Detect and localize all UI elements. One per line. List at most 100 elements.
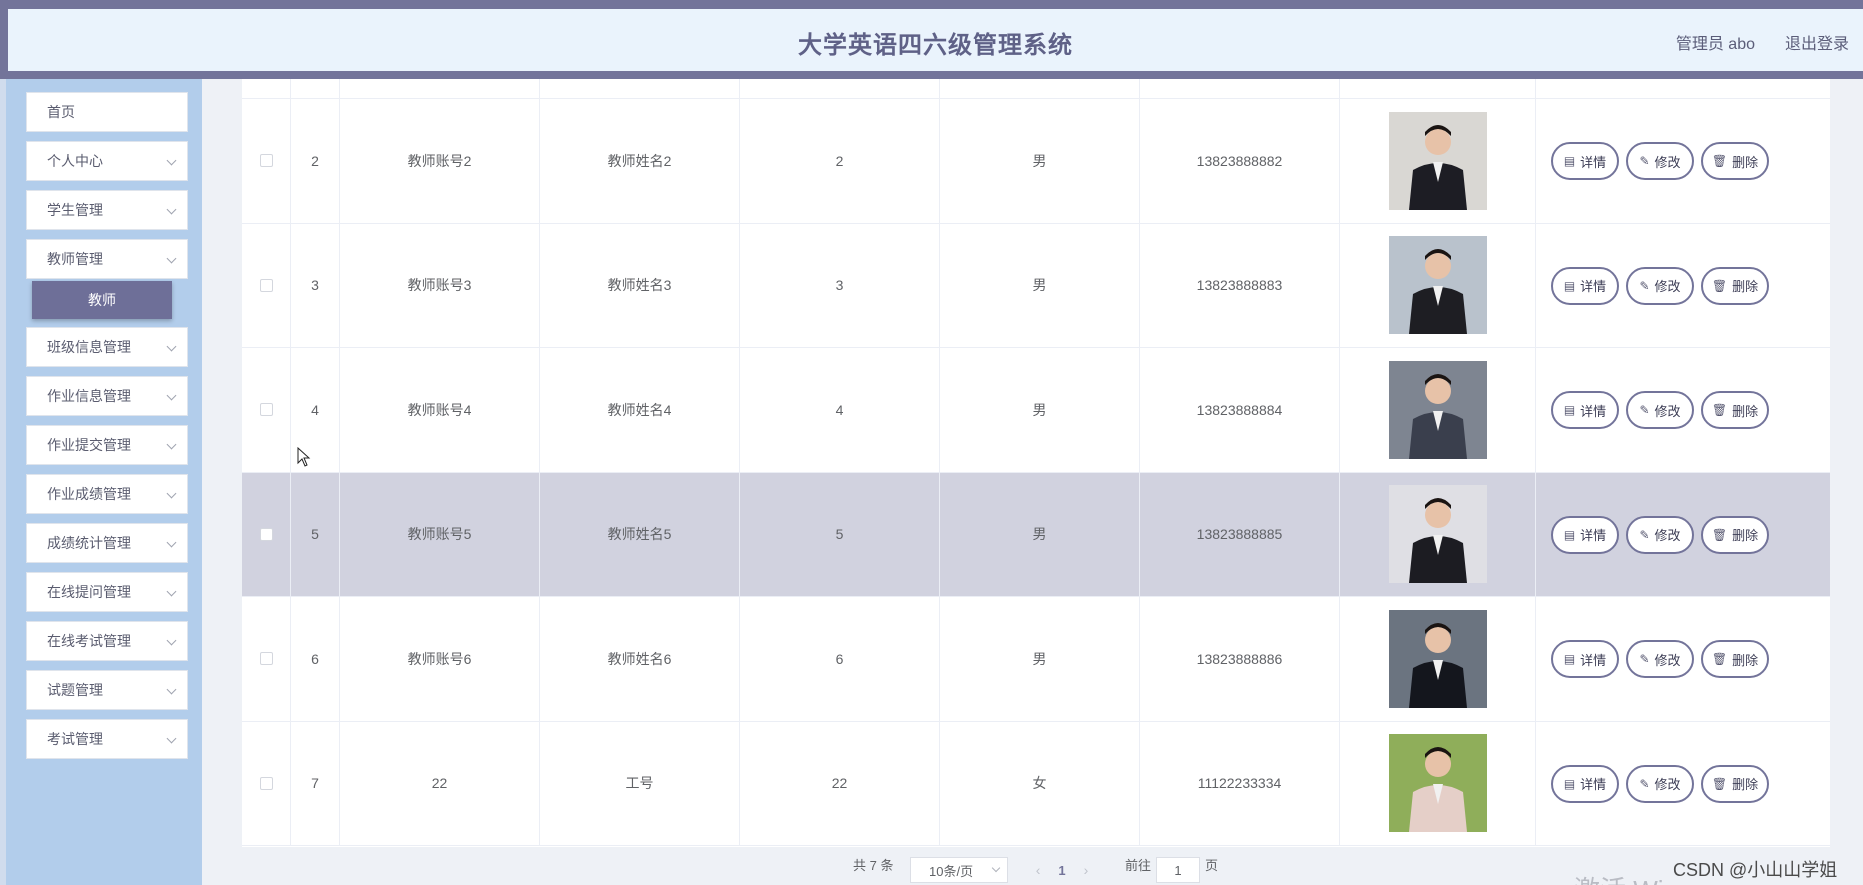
delete-button[interactable]: 🗑 删除 (1701, 266, 1769, 305)
table-cell (242, 79, 291, 98)
teacher-name-text: 教师姓名3 (607, 277, 672, 294)
teacher-age-text: 3 (835, 277, 844, 294)
teacher-gender-text: 男 (1032, 152, 1047, 169)
row-actions: ▤ 详情 ✎ 修改 🗑 删除 (1536, 473, 1830, 597)
app-header: 大学英语四六级管理系统 管理员 abo 退出登录 (0, 9, 1863, 79)
teacher-photo-cell (1340, 472, 1536, 596)
teacher-gender-text: 男 (1032, 650, 1047, 667)
sidebar-item-label: 教师管理 (47, 251, 103, 267)
edit-button-label: 修改 (1654, 528, 1681, 544)
delete-button[interactable]: 🗑 删除 (1701, 142, 1769, 181)
edit-button[interactable]: ✎ 修改 (1626, 142, 1694, 181)
teacher-photo (1388, 734, 1487, 833)
prev-page-icon[interactable]: ‹ (1036, 862, 1041, 878)
teacher-name: 教师姓名3 (540, 223, 740, 347)
teacher-phone-text: 13823888885 (1196, 526, 1283, 543)
row-actions: ▤ 详情 ✎ 修改 🗑 删除 (1536, 722, 1830, 846)
delete-button[interactable]: 🗑 删除 (1701, 764, 1769, 803)
chevron-down-icon (166, 733, 177, 744)
edit-button[interactable]: ✎ 修改 (1626, 764, 1694, 803)
table-cell (1140, 79, 1340, 98)
sidebar-item-exam-management[interactable]: 考试管理 (26, 719, 188, 759)
delete-button[interactable]: 🗑 删除 (1701, 515, 1769, 554)
sidebar-item-students[interactable]: 学生管理 (26, 190, 188, 230)
submenu-item-teacher[interactable]: 教师 (32, 281, 172, 319)
detail-button[interactable]: ▤ 详情 (1551, 391, 1619, 430)
sidebar-item-personal-center[interactable]: 个人中心 (26, 141, 188, 181)
sidebar-item-label: 作业提交管理 (47, 437, 131, 453)
sidebar-item-grade-stats[interactable]: 成绩统计管理 (26, 523, 188, 563)
sidebar-item-online-questions[interactable]: 在线提问管理 (26, 572, 188, 612)
pager-controls: ‹ 1 › (1022, 857, 1102, 883)
row-select-cell (242, 223, 291, 347)
edit-button[interactable]: ✎ 修改 (1626, 640, 1694, 679)
row-checkbox[interactable] (259, 154, 273, 168)
teacher-name: 工号 (540, 721, 740, 845)
teacher-account: 教师账号5 (340, 472, 540, 596)
teacher-table: 2 教师账号2 教师姓名2 2 男 13823888882 ▤ 详情 ✎ 修改 🗑 删除 3 教师账号3 教… (242, 79, 1830, 847)
sidebar-item-homework-info[interactable]: 作业信息管理 (26, 376, 188, 416)
pencil-icon: ✎ (1639, 652, 1650, 667)
detail-button[interactable]: ▤ 详情 (1551, 764, 1619, 803)
sidebar-item-teachers[interactable]: 教师管理 (26, 239, 188, 279)
table-cell (540, 79, 740, 98)
pencil-icon: ✎ (1639, 278, 1650, 293)
sidebar-item-label: 作业信息管理 (47, 388, 131, 404)
table-row: 3 教师账号3 教师姓名3 3 男 13823888883 ▤ 详情 ✎ 修改 🗑 删除 (242, 223, 1830, 348)
sidebar-item-home[interactable]: 首页 (26, 92, 188, 132)
trash-icon: 🗑 (1711, 776, 1728, 791)
teacher-photo-cell (1340, 721, 1536, 845)
edit-button[interactable]: ✎ 修改 (1626, 266, 1694, 305)
teacher-account: 教师账号3 (340, 223, 540, 347)
edit-button[interactable]: ✎ 修改 (1626, 515, 1694, 554)
sidebar-item-class-info[interactable]: 班级信息管理 (26, 327, 188, 367)
teacher-account-text: 22 (431, 775, 448, 792)
row-checkbox[interactable] (259, 278, 273, 292)
teacher-photo (1388, 485, 1487, 584)
logout-link[interactable]: 退出登录 (1785, 30, 1849, 54)
detail-button[interactable]: ▤ 详情 (1551, 640, 1619, 679)
teacher-phone: 13823888884 (1140, 348, 1340, 472)
detail-button[interactable]: ▤ 详情 (1551, 515, 1619, 554)
row-index: 5 (291, 472, 340, 596)
row-index-text: 6 (311, 650, 319, 667)
sidebar-item-homework-grades[interactable]: 作业成绩管理 (26, 474, 188, 514)
document-icon: ▤ (1563, 154, 1576, 169)
sidebar-item-homework-submit[interactable]: 作业提交管理 (26, 425, 188, 465)
row-actions: ▤ 详情 ✎ 修改 🗑 删除 (1536, 99, 1830, 223)
row-checkbox[interactable] (259, 527, 273, 541)
teacher-phone-text: 11122233334 (1197, 775, 1282, 792)
teacher-gender: 男 (940, 99, 1140, 223)
document-icon: ▤ (1563, 527, 1576, 542)
detail-button[interactable]: ▤ 详情 (1551, 266, 1619, 305)
sidebar-item-label: 首页 (47, 104, 75, 120)
next-page-icon[interactable]: › (1084, 862, 1089, 878)
delete-button-label: 删除 (1732, 777, 1759, 793)
detail-button[interactable]: ▤ 详情 (1551, 142, 1619, 181)
row-checkbox[interactable] (259, 403, 273, 417)
sidebar-item-question-bank[interactable]: 试题管理 (26, 670, 188, 710)
sidebar-item-label: 在线考试管理 (47, 633, 131, 649)
current-page-number[interactable]: 1 (1058, 863, 1065, 878)
teacher-name: 教师姓名4 (540, 348, 740, 472)
page-title: 大学英语四六级管理系统 (798, 32, 1073, 59)
teacher-account-text: 教师账号4 (407, 401, 472, 418)
sidebar-item-online-exams[interactable]: 在线考试管理 (26, 621, 188, 661)
detail-button-label: 详情 (1580, 279, 1607, 295)
edit-button[interactable]: ✎ 修改 (1626, 391, 1694, 430)
teacher-name: 教师姓名5 (540, 472, 740, 596)
document-icon: ▤ (1563, 403, 1576, 418)
table-row: 4 教师账号4 教师姓名4 4 男 13823888884 ▤ 详情 ✎ 修改 🗑 删除 (242, 348, 1830, 473)
teacher-age-text: 2 (835, 152, 844, 169)
delete-button[interactable]: 🗑 删除 (1701, 391, 1769, 430)
watermark-text: CSDN @小山山学姐 (1673, 860, 1838, 880)
row-index-text: 2 (311, 152, 319, 169)
row-checkbox[interactable] (259, 776, 273, 790)
teacher-phone: 13823888886 (1140, 597, 1340, 721)
teacher-name-text: 教师姓名2 (607, 152, 672, 169)
page-size-select[interactable]: 10条/页 (910, 857, 1008, 883)
delete-button-label: 删除 (1732, 279, 1759, 295)
row-checkbox[interactable] (259, 652, 273, 666)
goto-page-input[interactable]: 1 (1156, 857, 1200, 883)
delete-button[interactable]: 🗑 删除 (1701, 640, 1769, 679)
